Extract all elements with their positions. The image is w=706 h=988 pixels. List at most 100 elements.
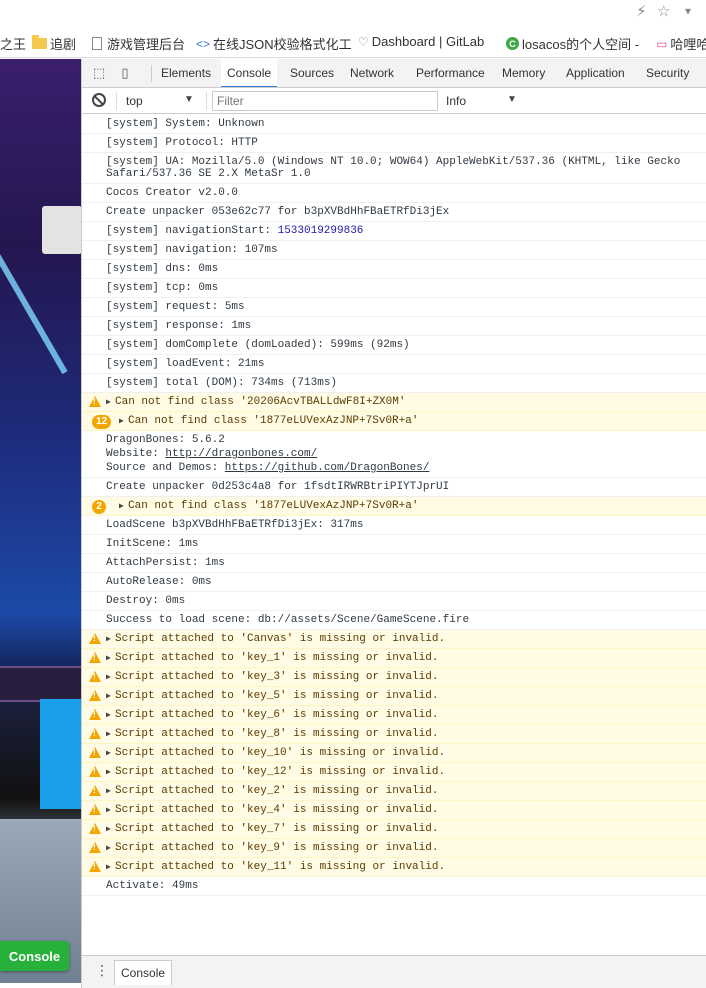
- warning-line[interactable]: ▶ Script attached to 'key_1' is missing o…: [82, 649, 706, 668]
- expand-triangle-icon[interactable]: ▶: [106, 805, 111, 815]
- log-line: [system] response: 1ms: [82, 317, 706, 336]
- log-text: [system] System: Unknown: [106, 118, 265, 130]
- bookmark-folder-item[interactable]: 追剧: [32, 34, 76, 53]
- filter-divider: [206, 92, 207, 110]
- expand-triangle-icon[interactable]: ▶: [106, 767, 111, 777]
- drawer-menu-icon[interactable]: ⋮: [95, 963, 109, 977]
- log-text: [system] domComplete (domLoaded): 599ms …: [106, 339, 410, 351]
- expand-triangle-icon[interactable]: ▶: [106, 397, 111, 407]
- warning-icon: [89, 652, 101, 663]
- log-text: Activate: 49ms: [106, 880, 199, 892]
- tab-application[interactable]: Application: [566, 59, 625, 87]
- level-dropdown-arrow-icon[interactable]: ▼: [507, 94, 517, 105]
- log-link[interactable]: https://github.com/DragonBones/: [225, 462, 430, 474]
- game-light-stripe: [0, 249, 68, 375]
- log-text: Script attached to 'key_1' is missing or…: [115, 652, 439, 664]
- bookmark-item[interactable]: <> 在线JSON校验格式化工: [196, 34, 352, 53]
- bookmark-star-icon[interactable]: ☆: [657, 2, 670, 20]
- log-text: Script attached to 'Canvas' is missing o…: [115, 633, 446, 645]
- log-line: [system] total (DOM): 734ms (713ms): [82, 374, 706, 393]
- bolt-icon[interactable]: ⚡: [636, 2, 647, 20]
- expand-triangle-icon[interactable]: ▶: [106, 634, 111, 644]
- chevron-down-icon[interactable]: ▾: [685, 4, 691, 18]
- log-line: Success to load scene: db://assets/Scene…: [82, 611, 706, 630]
- tab-memory[interactable]: Memory: [502, 59, 545, 87]
- drawer-tab-console[interactable]: Console: [114, 960, 173, 985]
- log-line: [system] UA: Mozilla/5.0 (Windows NT 10.…: [82, 153, 706, 184]
- log-text: Script attached to 'key_3' is missing or…: [115, 671, 439, 683]
- expand-triangle-icon[interactable]: ▶: [106, 729, 111, 739]
- game-console-button[interactable]: Console: [0, 941, 69, 971]
- warning-line[interactable]: ▶ Script attached to 'key_2' is missing o…: [82, 782, 706, 801]
- warning-line[interactable]: ▶ Script attached to 'key_4' is missing o…: [82, 801, 706, 820]
- expand-triangle-icon[interactable]: ▶: [106, 691, 111, 701]
- context-dropdown-arrow-icon[interactable]: ▼: [184, 94, 194, 105]
- warning-line[interactable]: ▶ Script attached to 'key_11' is missing …: [82, 858, 706, 877]
- warning-icon: [89, 671, 101, 682]
- warning-line[interactable]: 2 ▶ Can not find class '1877eLUVexAzJNP+7S…: [82, 497, 706, 516]
- log-link[interactable]: http://dragonbones.com/: [165, 448, 317, 460]
- bookmark-item[interactable]: ♡ Dashboard | GitLab: [358, 34, 484, 49]
- expand-triangle-icon[interactable]: ▶: [106, 862, 111, 872]
- log-line: [system] navigation: 107ms: [82, 241, 706, 260]
- expand-triangle-icon[interactable]: ▶: [106, 786, 111, 796]
- log-line: [system] domComplete (domLoaded): 599ms …: [82, 336, 706, 355]
- tab-performance[interactable]: Performance: [416, 59, 485, 87]
- warning-icon: [89, 690, 101, 701]
- game-viewport[interactable]: [0, 59, 81, 983]
- tab-console[interactable]: Console: [221, 59, 278, 87]
- warning-line[interactable]: ▶ Script attached to 'key_12' is missing …: [82, 763, 706, 782]
- bookmark-label: 哈哩哈: [670, 37, 706, 52]
- devtools-drawer: ⋮ Console: [82, 955, 706, 988]
- game-panel[interactable]: [42, 206, 81, 254]
- log-line: [system] navigationStart: 1533019299836: [82, 222, 706, 241]
- log-text: Script attached to 'key_7' is missing or…: [115, 823, 439, 835]
- log-line: Create unpacker 053e62c77 for b3pXVBdHhF…: [82, 203, 706, 222]
- device-toolbar-icon[interactable]: ▯: [117, 65, 133, 81]
- filter-input[interactable]: [212, 91, 438, 111]
- folder-icon: [32, 35, 47, 49]
- log-line: Cocos Creator v2.0.0: [82, 184, 706, 203]
- tab-sources[interactable]: Sources: [290, 59, 334, 87]
- warning-line[interactable]: ▶ Script attached to 'key_6' is missing o…: [82, 706, 706, 725]
- log-text: Script attached to 'key_9' is missing or…: [115, 842, 439, 854]
- expand-triangle-icon[interactable]: ▶: [106, 672, 111, 682]
- bookmark-item[interactable]: ▭ 哈哩哈: [656, 34, 706, 53]
- warning-line[interactable]: ▶ Can not find class '20206AcvTBALLdwF8I+…: [82, 393, 706, 412]
- log-level-selector[interactable]: Info: [446, 94, 466, 108]
- warning-line[interactable]: ▶ Script attached to 'key_5' is missing o…: [82, 687, 706, 706]
- tab-elements[interactable]: Elements: [161, 59, 211, 87]
- warning-line[interactable]: ▶ Script attached to 'key_7' is missing o…: [82, 820, 706, 839]
- expand-triangle-icon[interactable]: ▶: [106, 824, 111, 834]
- log-text: Script attached to 'key_8' is missing or…: [115, 728, 439, 740]
- bookmark-item[interactable]: 游戏管理后台: [92, 34, 185, 53]
- warning-line[interactable]: ▶ Script attached to 'key_10' is missing …: [82, 744, 706, 763]
- game-band: [0, 666, 81, 702]
- expand-triangle-icon[interactable]: ▶: [106, 748, 111, 758]
- warning-line[interactable]: ▶ Script attached to 'key_9' is missing o…: [82, 839, 706, 858]
- tab-security[interactable]: Security: [646, 59, 689, 87]
- code-icon: <>: [196, 36, 211, 51]
- warning-line[interactable]: 12 ▶ Can not find class '1877eLUVexAzJNP+7…: [82, 412, 706, 431]
- expand-triangle-icon[interactable]: ▶: [106, 710, 111, 720]
- clear-console-icon[interactable]: [92, 93, 106, 107]
- tab-network[interactable]: Network: [350, 59, 394, 87]
- log-text: Script attached to 'key_2' is missing or…: [115, 785, 439, 797]
- repeat-count-badge: 12: [92, 415, 112, 429]
- bookmark-label: 追剧: [50, 37, 77, 52]
- context-selector[interactable]: top: [126, 94, 143, 108]
- warning-line[interactable]: ▶ Script attached to 'key_3' is missing o…: [82, 668, 706, 687]
- warning-line[interactable]: ▶ Script attached to 'key_8' is missing o…: [82, 725, 706, 744]
- expand-triangle-icon[interactable]: ▶: [119, 501, 124, 511]
- log-line: [system] tcp: 0ms: [82, 279, 706, 298]
- expand-triangle-icon[interactable]: ▶: [106, 843, 111, 853]
- expand-triangle-icon[interactable]: ▶: [119, 416, 124, 426]
- bookmark-item[interactable]: 之王: [0, 34, 26, 53]
- log-line: [system] Protocol: HTTP: [82, 134, 706, 153]
- log-line: Destroy: 0ms: [82, 592, 706, 611]
- bookmark-item[interactable]: Closacos的个人空间 -: [506, 34, 639, 53]
- console-log[interactable]: [system] System: Unknown [system] Protoco…: [82, 115, 706, 955]
- expand-triangle-icon[interactable]: ▶: [106, 653, 111, 663]
- inspect-element-icon[interactable]: ⬚: [91, 65, 107, 81]
- warning-line[interactable]: ▶ Script attached to 'Canvas' is missing …: [82, 630, 706, 649]
